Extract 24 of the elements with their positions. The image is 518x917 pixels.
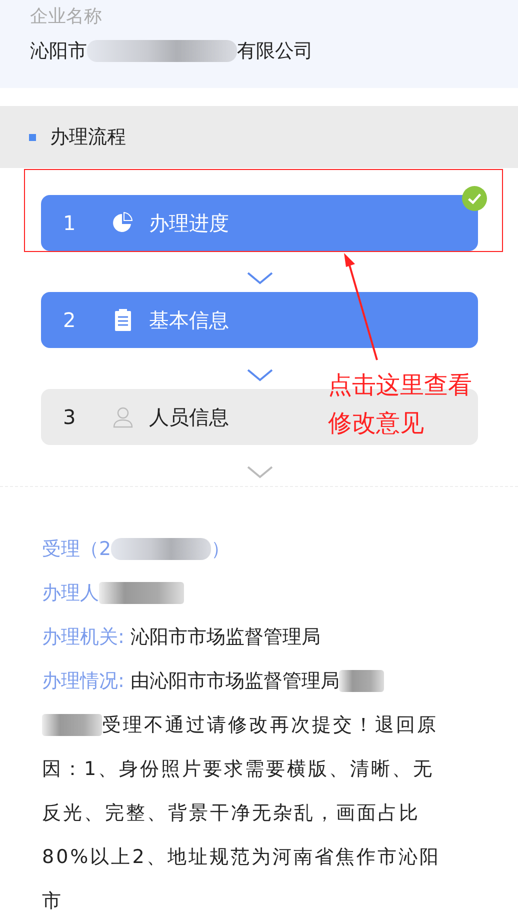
section-title: 办理流程	[50, 125, 126, 150]
person-icon	[111, 405, 135, 429]
field-label: 企业名称	[30, 5, 103, 28]
company-name: 有限公司	[237, 39, 313, 64]
field-value: 沁阳市市场监督管理局	[129, 625, 320, 650]
field-value: 受理不通过请修改再次提交！退回原	[102, 713, 438, 738]
field-label: 办理情况:	[42, 669, 124, 694]
field-value: 由沁阳市市场监督管理局	[129, 669, 340, 694]
field-value: 因：1、身份照片要求需要横版、清晰、无反光、完整、背景干净无杂乱，画面占比80%以上2、地址规范为河南省焦作市沁阳市	[42, 757, 442, 914]
field-label: 办理人	[42, 581, 99, 606]
company-name: 沁阳市	[30, 39, 87, 64]
chevron-down-icon	[246, 271, 274, 285]
field-label: 办理机关:	[42, 625, 124, 650]
annotation-text: 修改意见	[328, 408, 425, 439]
record-title: ）	[211, 537, 230, 562]
square-icon	[29, 134, 36, 140]
blur-patch	[42, 714, 102, 736]
record-title: 受理（2	[42, 537, 112, 562]
step-button[interactable]: 1 办理进度	[41, 195, 478, 251]
chevron-down-icon	[246, 368, 274, 382]
blur-patch	[339, 670, 384, 692]
step-button[interactable]: 2 基本信息	[41, 292, 478, 348]
chevron-down-icon	[246, 465, 274, 479]
pie-chart-icon	[111, 211, 135, 235]
